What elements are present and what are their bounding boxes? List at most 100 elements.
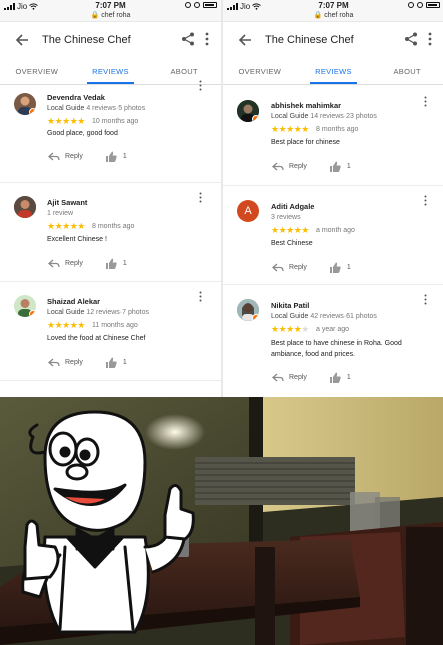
more-vert-icon[interactable]	[424, 294, 427, 305]
reply-button[interactable]: Reply	[289, 163, 307, 170]
reply-button[interactable]: Reply	[289, 374, 307, 381]
reply-button[interactable]: Reply	[289, 264, 307, 271]
more-vert-icon[interactable]	[199, 291, 202, 302]
lock-icon: 🔒	[90, 12, 100, 19]
reviewer-meta: Local Guide 14 reviews·23 photos	[271, 113, 377, 120]
avatar[interactable]	[237, 100, 259, 122]
thumbs-up-icon[interactable]	[329, 262, 341, 273]
right-phone-screen: Jio 7:07 PM 🔒 chef roha The Chinese Chef…	[223, 0, 443, 397]
reviewer-meta: 1 review	[47, 210, 74, 217]
url-text: chef roha	[324, 12, 354, 19]
rating-stars: ★★★★★	[47, 221, 85, 231]
url-text: chef roha	[101, 12, 131, 19]
url-bar[interactable]: 🔒 chef roha	[223, 11, 443, 19]
local-guide-badge-icon	[252, 314, 259, 321]
review-actions: Reply 1	[272, 372, 351, 383]
screenshot-collage-top: Jio 7:07 PM 🔒 chef roha The Chinese Chef…	[0, 0, 443, 397]
thumbs-up-icon[interactable]	[329, 372, 341, 383]
avatar[interactable]	[237, 299, 259, 321]
review-text: Best Chinese	[271, 240, 313, 247]
reply-button[interactable]: Reply	[65, 153, 83, 160]
alarm-icon	[194, 2, 200, 8]
reviewer-meta: Local Guide 42 reviews·61 photos	[271, 313, 377, 320]
reviewer-meta: 3 reviews	[271, 214, 301, 221]
reply-button[interactable]: Reply	[65, 359, 83, 366]
reviewer-meta: Local Guide 12 reviews·7 photos	[47, 309, 149, 316]
like-count: 1	[346, 374, 351, 381]
thumbs-up-icon[interactable]	[105, 151, 117, 162]
arrow-back-icon[interactable]	[14, 32, 30, 48]
review-actions: Reply 1	[48, 357, 127, 368]
thumbs-up-icon[interactable]	[105, 357, 117, 368]
reply-icon[interactable]	[48, 152, 60, 161]
reviewer-name[interactable]: Shaizad Alekar	[47, 297, 100, 306]
review-time: 10 months ago	[92, 118, 139, 125]
reviewer-meta: Local Guide 4 reviews·5 photos	[47, 105, 146, 112]
like-count: 1	[122, 359, 127, 366]
left-phone-screen: Jio 7:07 PM 🔒 chef roha The Chinese Chef…	[0, 0, 221, 397]
tab-overview[interactable]: OVERVIEW	[0, 58, 74, 84]
share-icon[interactable]	[404, 32, 418, 46]
location-icon	[408, 2, 414, 8]
like-count: 1	[122, 260, 127, 267]
review-time: 8 months ago	[92, 223, 135, 230]
arrow-back-icon[interactable]	[237, 32, 253, 48]
tab-bar: OVERVIEW REVIEWS ABOUT	[0, 58, 221, 85]
tab-bar: OVERVIEW REVIEWS ABOUT	[223, 58, 443, 85]
status-bar: Jio 7:07 PM 🔒 chef roha	[223, 0, 443, 22]
local-guide-badge-icon	[252, 115, 259, 122]
review-card: Ajit Sawant 1 review ★★★★★ 8 months ago …	[0, 183, 221, 282]
review-time: a month ago	[316, 227, 355, 234]
reply-icon[interactable]	[272, 373, 284, 382]
tab-reviews[interactable]: REVIEWS	[74, 58, 148, 84]
like-count: 1	[346, 163, 351, 170]
reply-icon[interactable]	[48, 259, 60, 268]
rating-stars: ★★★★★	[271, 124, 309, 134]
status-right-icons	[408, 2, 440, 8]
app-bar: The Chinese Chef	[0, 22, 221, 58]
restaurant-interior-photo	[0, 397, 443, 645]
review-card: Nikita Patil Local Guide 42 reviews·61 p…	[223, 285, 443, 395]
avatar[interactable]	[14, 196, 36, 218]
review-time: 11 months ago	[92, 322, 138, 329]
more-vert-icon[interactable]	[428, 32, 432, 46]
review-card: Devendra Vedak Local Guide 4 reviews·5 p…	[0, 80, 221, 183]
review-text: Excellent Chinese !	[47, 236, 107, 243]
avatar[interactable]	[14, 295, 36, 317]
more-vert-icon[interactable]	[199, 80, 202, 91]
thumbs-up-icon[interactable]	[329, 161, 341, 172]
thumbs-up-chef-mascot-icon	[21, 410, 195, 634]
reviewer-name[interactable]: Nikita Patil	[271, 301, 309, 310]
reply-button[interactable]: Reply	[65, 260, 83, 267]
reply-icon[interactable]	[48, 358, 60, 367]
avatar[interactable]	[14, 93, 36, 115]
tab-reviews[interactable]: REVIEWS	[297, 58, 371, 84]
tab-about[interactable]: ABOUT	[147, 58, 221, 84]
reviewer-name[interactable]: Aditi Adgale	[271, 202, 314, 211]
review-text: Best place for chinese	[271, 139, 340, 146]
rating-stars: ★★★★★	[271, 324, 309, 334]
local-guide-badge-icon	[29, 310, 36, 317]
reviewer-name[interactable]: Devendra Vedak	[47, 93, 105, 102]
battery-icon	[426, 2, 440, 8]
more-vert-icon[interactable]	[199, 192, 202, 203]
avatar-initial[interactable]: A	[237, 200, 259, 222]
thumbs-up-icon[interactable]	[105, 258, 117, 269]
status-bar: Jio 7:07 PM 🔒 chef roha	[0, 0, 221, 22]
reply-icon[interactable]	[272, 263, 284, 272]
more-vert-icon[interactable]	[424, 195, 427, 206]
like-count: 1	[122, 153, 127, 160]
more-vert-icon[interactable]	[424, 96, 427, 107]
reviewer-name[interactable]: abhishek mahimkar	[271, 101, 341, 110]
rating-stars: ★★★★★	[271, 225, 309, 235]
reviewer-name[interactable]: Ajit Sawant	[47, 198, 87, 207]
status-right-icons	[185, 2, 217, 8]
alarm-icon	[417, 2, 423, 8]
tab-about[interactable]: ABOUT	[370, 58, 443, 84]
url-bar[interactable]: 🔒 chef roha	[0, 11, 221, 19]
share-icon[interactable]	[181, 32, 195, 46]
tab-overview[interactable]: OVERVIEW	[223, 58, 297, 84]
more-vert-icon[interactable]	[205, 32, 209, 46]
reply-icon[interactable]	[272, 162, 284, 171]
battery-icon	[203, 2, 217, 8]
